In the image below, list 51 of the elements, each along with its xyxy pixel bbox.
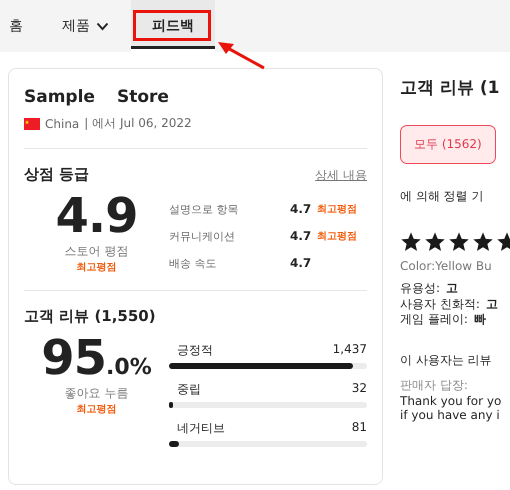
attribute-value: 고 bbox=[446, 281, 458, 297]
star-icon bbox=[448, 231, 470, 253]
rating-label: 최고평점 bbox=[76, 403, 116, 416]
store-country: China bbox=[45, 116, 80, 130]
store-since: | 에서 Jul 06, 2022 bbox=[84, 115, 192, 132]
store-name: Store bbox=[116, 87, 169, 107]
variant-text: Color:Yellow Bu bbox=[400, 259, 492, 273]
sort-text: 에 의해 정렬 기 bbox=[400, 188, 484, 205]
review-note: 이 사용자는 리뷰 bbox=[400, 352, 492, 369]
attribute-value: 고 bbox=[486, 296, 498, 312]
rating-label: 최고평점 bbox=[317, 230, 357, 243]
store-name: Sample bbox=[24, 87, 95, 107]
percent-label: 좋아요 누름 bbox=[64, 385, 128, 402]
seller-reply-text: Thank you for yo bbox=[400, 394, 502, 408]
details-link[interactable]: 상세 내용 bbox=[315, 167, 367, 184]
flag-icon bbox=[24, 118, 40, 130]
criterion-label: 설명으로 항목 bbox=[169, 202, 240, 216]
attribute-label: 유용성: bbox=[400, 281, 440, 297]
attribute-label: 사용자 친화적: bbox=[400, 296, 480, 312]
rating-label: 최고평점 bbox=[76, 261, 116, 274]
criterion-label: 커뮤니케이션 bbox=[169, 228, 236, 244]
seller-reply-text: if you have any i bbox=[400, 408, 500, 422]
seller-reply-label: 판매자 답장: bbox=[400, 376, 468, 394]
star-icon bbox=[472, 231, 494, 253]
section-title: 상점 등급 bbox=[24, 165, 90, 184]
criterion-score: 4.7 bbox=[290, 229, 312, 243]
bar-label: 네거티브 bbox=[177, 420, 225, 437]
filter-chip[interactable]: 모두 (1562) bbox=[400, 125, 496, 164]
criterion-score: 4.7 bbox=[290, 256, 312, 270]
rating-label: 최고평점 bbox=[317, 203, 357, 216]
section-title: 고객 리뷰 (1 bbox=[400, 77, 500, 99]
positive-percent: 95 bbox=[41, 334, 106, 382]
bar-label: 중립 bbox=[177, 381, 201, 398]
bar-label: 긍정적 bbox=[177, 342, 213, 359]
bar-count: 81 bbox=[352, 420, 367, 436]
chevron-down-icon bbox=[96, 22, 109, 30]
section-title: 고객 리뷰 (1,550) bbox=[24, 307, 156, 326]
store-score: 4.9 bbox=[55, 192, 138, 240]
bar-count: 1,437 bbox=[332, 342, 367, 358]
attribute-label: 게임 플레이: bbox=[400, 312, 468, 328]
criterion-label: 배송 속도 bbox=[169, 256, 218, 270]
bar-count: 32 bbox=[352, 381, 367, 397]
percent-decimal: .0% bbox=[106, 355, 152, 380]
pointer-arrow bbox=[216, 40, 266, 70]
criterion-score: 4.7 bbox=[290, 202, 312, 216]
attribute-value: 빠 bbox=[474, 312, 486, 328]
nav-dropdown[interactable]: 제품 bbox=[50, 0, 131, 52]
score-label: 스토어 평점 bbox=[64, 243, 128, 260]
nav-link[interactable]: 홈 bbox=[0, 0, 50, 52]
star-icon bbox=[400, 231, 422, 253]
star-icon bbox=[424, 231, 446, 253]
